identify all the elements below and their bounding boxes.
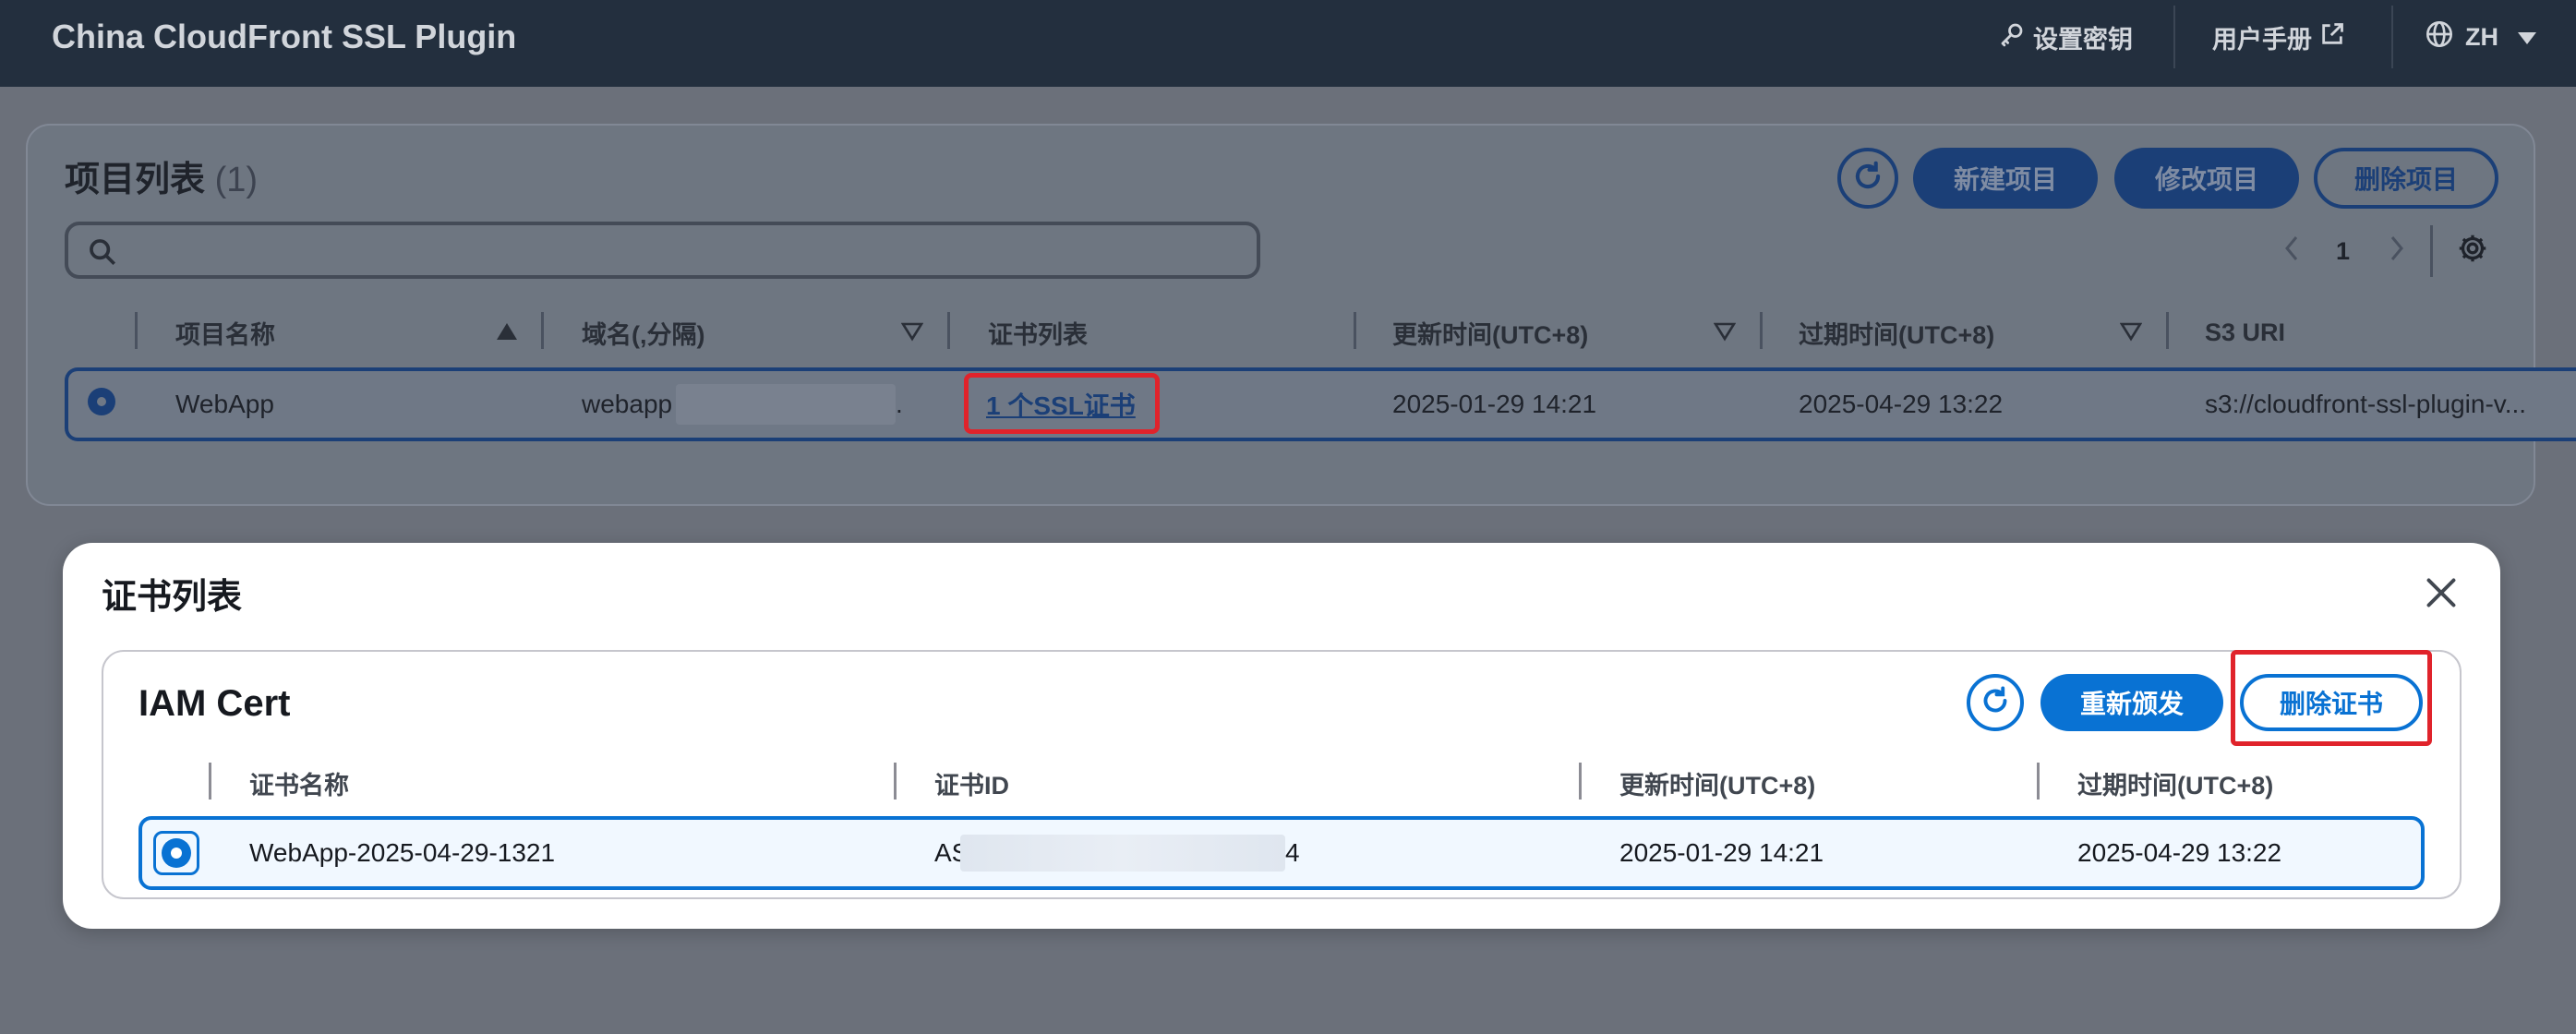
project-count: (1) <box>214 161 259 199</box>
next-page-button[interactable] <box>2388 233 2406 270</box>
edit-project-button[interactable]: 修改项目 <box>2114 148 2299 209</box>
column-header-cert-name[interactable]: 证书名称 <box>249 763 349 803</box>
sort-down-icon[interactable] <box>2119 321 2143 346</box>
column-header-cert-updated[interactable]: 更新时间(UTC+8) <box>1619 763 1815 803</box>
column-divider <box>2037 763 2040 800</box>
gear-icon <box>2456 232 2489 271</box>
prev-page-button[interactable] <box>2282 233 2301 270</box>
language-label: ZH <box>2465 22 2498 51</box>
updated-cell: 2025-01-29 14:21 <box>1392 390 1597 418</box>
column-divider <box>894 763 897 800</box>
ssl-cert-link[interactable]: 1 个SSL证书 <box>986 384 1136 425</box>
card-title: IAM Cert <box>138 683 291 724</box>
caret-down-icon <box>2517 23 2537 52</box>
user-manual-label: 用户手册 <box>2212 25 2312 54</box>
cert-id-cell-suffix: 4 <box>1285 838 1300 867</box>
column-divider <box>1760 312 1763 349</box>
sort-down-icon[interactable] <box>1713 321 1737 346</box>
settings-key-label: 设置密钥 <box>2033 25 2133 54</box>
user-manual-link[interactable]: 用户手册 <box>2212 17 2345 57</box>
language-selector[interactable]: ZH <box>2425 17 2537 57</box>
column-divider <box>541 312 544 349</box>
sort-up-icon[interactable] <box>495 321 519 346</box>
column-divider <box>135 312 138 349</box>
project-search-input[interactable] <box>65 222 1260 279</box>
column-header-project-name[interactable]: 项目名称 <box>175 312 275 353</box>
column-divider <box>2166 312 2169 349</box>
refresh-icon <box>1979 684 2012 722</box>
close-modal-button[interactable] <box>2421 574 2462 615</box>
column-divider <box>947 312 950 349</box>
refresh-projects-button[interactable] <box>1837 148 1898 209</box>
cert-expires-cell: 2025-04-29 13:22 <box>2077 838 2282 867</box>
redacted-cert-id <box>960 835 1285 872</box>
cert-row-radio[interactable] <box>153 831 199 875</box>
highlight-box <box>2231 650 2432 746</box>
radio-selected-indicator <box>162 838 191 868</box>
settings-key-link[interactable]: 设置密钥 <box>1998 17 2133 57</box>
column-divider <box>1354 312 1356 349</box>
column-header-updated[interactable]: 更新时间(UTC+8) <box>1392 312 1588 353</box>
table-row[interactable] <box>65 367 2576 441</box>
chevron-right-icon <box>2388 234 2406 270</box>
column-header-expires[interactable]: 过期时间(UTC+8) <box>1799 312 1994 353</box>
new-project-button[interactable]: 新建项目 <box>1913 148 2098 209</box>
domain-cell-suffix: . <box>896 390 903 418</box>
cert-name-cell: WebApp-2025-04-29-1321 <box>249 838 556 867</box>
s3-uri-cell: s3://cloudfront-ssl-plugin-v... <box>2205 390 2527 418</box>
domain-cell: webapp <box>582 390 673 418</box>
column-header-cert-expires[interactable]: 过期时间(UTC+8) <box>2077 763 2273 803</box>
column-divider <box>209 763 211 800</box>
column-header-s3-uri[interactable]: S3 URI <box>2205 312 2285 353</box>
project-list-title: 项目列表 (1) <box>65 161 259 199</box>
reissue-cert-button[interactable]: 重新颁发 <box>2040 674 2223 731</box>
pager-divider <box>2430 225 2433 277</box>
column-header-cert-id[interactable]: 证书ID <box>934 763 1009 803</box>
close-icon <box>2425 576 2458 614</box>
delete-project-button[interactable]: 删除项目 <box>2314 148 2498 209</box>
row-radio-selected[interactable] <box>88 388 115 415</box>
table-settings-button[interactable] <box>2456 233 2489 270</box>
key-icon <box>1998 20 2026 54</box>
app-title[interactable]: China CloudFront SSL Plugin <box>52 17 516 57</box>
modal-title: 证书列表 <box>102 578 243 617</box>
refresh-icon <box>1850 159 1885 198</box>
external-link-icon <box>2319 21 2345 54</box>
sort-down-icon[interactable] <box>900 321 924 346</box>
column-divider <box>1579 763 1582 800</box>
expires-cell: 2025-04-29 13:22 <box>1799 390 2004 418</box>
nav-divider <box>2391 6 2393 68</box>
nav-divider <box>2173 6 2175 68</box>
column-header-cert-list[interactable]: 证书列表 <box>988 312 1088 353</box>
current-page[interactable]: 1 <box>2336 233 2350 270</box>
cert-updated-cell: 2025-01-29 14:21 <box>1619 838 1824 867</box>
search-icon <box>87 236 118 272</box>
redacted-domain <box>676 384 896 425</box>
column-header-domain[interactable]: 域名(,分隔) <box>582 312 704 353</box>
globe-icon <box>2425 19 2454 55</box>
chevron-left-icon <box>2282 234 2301 270</box>
top-navigation: China CloudFront SSL Plugin 设置密钥 用户手册 ZH <box>0 0 2576 87</box>
refresh-certs-button[interactable] <box>1967 674 2024 731</box>
project-name-cell: WebApp <box>175 390 274 418</box>
